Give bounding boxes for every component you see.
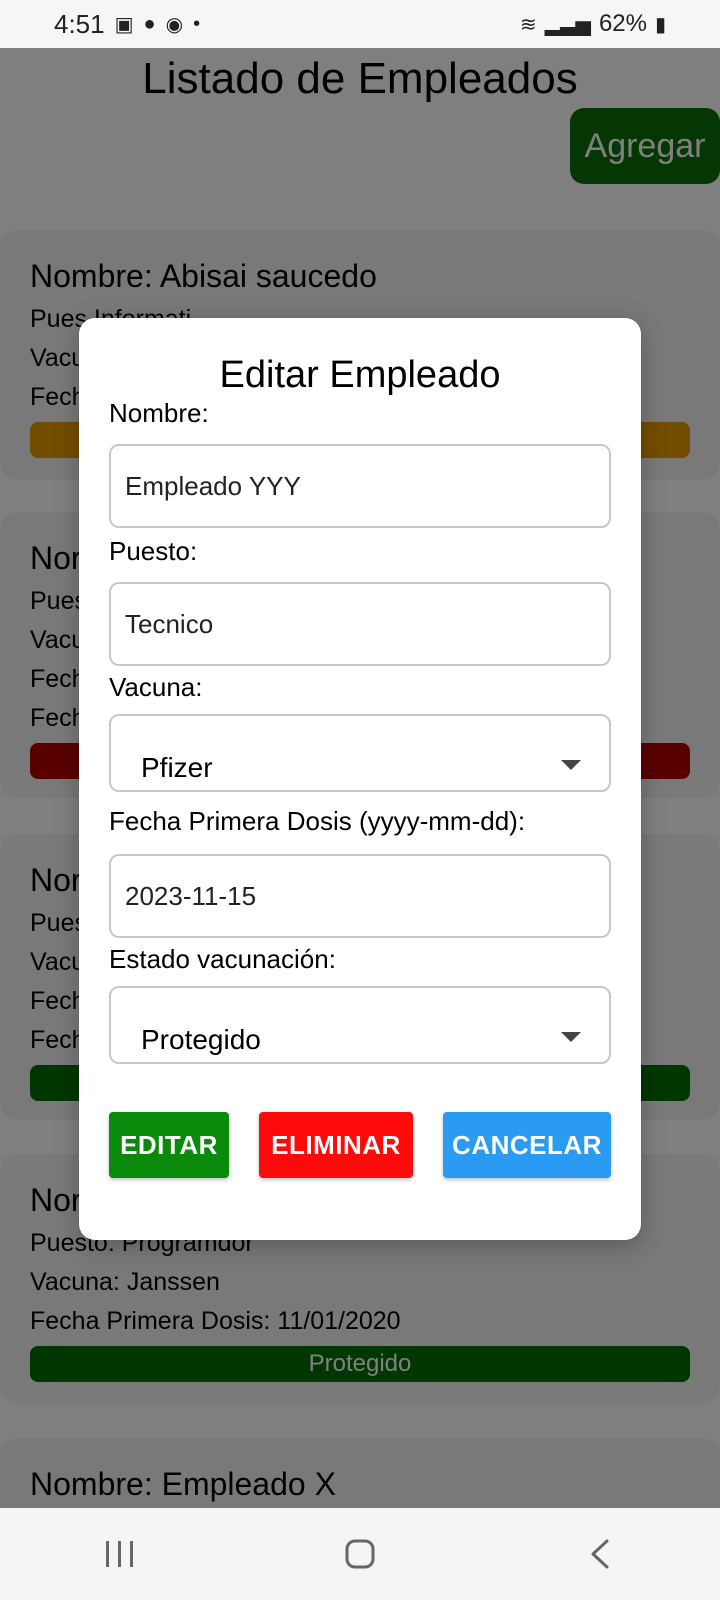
chevron-down-icon <box>561 760 581 770</box>
back-icon[interactable] <box>570 1534 630 1574</box>
dot-icon: • <box>193 12 201 35</box>
dialog-title: Editar Empleado <box>219 354 501 396</box>
status-bar: 4:51 ▣ ● ◉ • ≋ ▂▃▅ 62% ▮ <box>0 0 720 48</box>
status-time: 4:51 <box>54 8 105 39</box>
signal-icon: ▂▃▅ <box>544 13 591 36</box>
chevron-down-icon <box>561 1032 581 1042</box>
vacuna-selected: Pfizer <box>141 752 213 783</box>
estado-select[interactable]: Protegido <box>109 986 611 1064</box>
fecha-input[interactable]: 2023-11-15 <box>109 854 611 938</box>
vacuna-select[interactable]: Pfizer <box>109 714 611 792</box>
recent-apps-icon[interactable] <box>90 1534 150 1574</box>
estado-selected: Protegido <box>141 1024 261 1055</box>
label-fecha: Fecha Primera Dosis (yyyy-mm-dd): <box>109 806 526 836</box>
edit-employee-dialog: Editar Empleado Nombre: Empleado YYY Pue… <box>79 318 641 1240</box>
label-puesto: Puesto: <box>109 536 198 566</box>
wifi-icon: ≋ <box>520 13 537 36</box>
home-icon[interactable] <box>330 1534 390 1574</box>
cancel-button[interactable]: CANCELAR <box>443 1112 611 1178</box>
battery-icon: ▮ <box>654 13 666 36</box>
label-vacuna: Vacuna: <box>109 672 203 702</box>
badge-icon: ◉ <box>165 13 184 36</box>
delete-button[interactable]: ELIMINAR <box>259 1112 413 1178</box>
chat-icon: ● <box>143 12 156 35</box>
puesto-input[interactable]: Tecnico <box>109 582 611 666</box>
image-icon: ▣ <box>114 13 134 36</box>
navigation-bar <box>0 1508 720 1600</box>
label-estado: Estado vacunación: <box>109 944 336 974</box>
edit-button[interactable]: EDITAR <box>109 1112 229 1178</box>
battery-level: 62% <box>598 10 647 37</box>
label-nombre: Nombre: <box>109 398 209 428</box>
nombre-input[interactable]: Empleado YYY <box>109 444 611 528</box>
